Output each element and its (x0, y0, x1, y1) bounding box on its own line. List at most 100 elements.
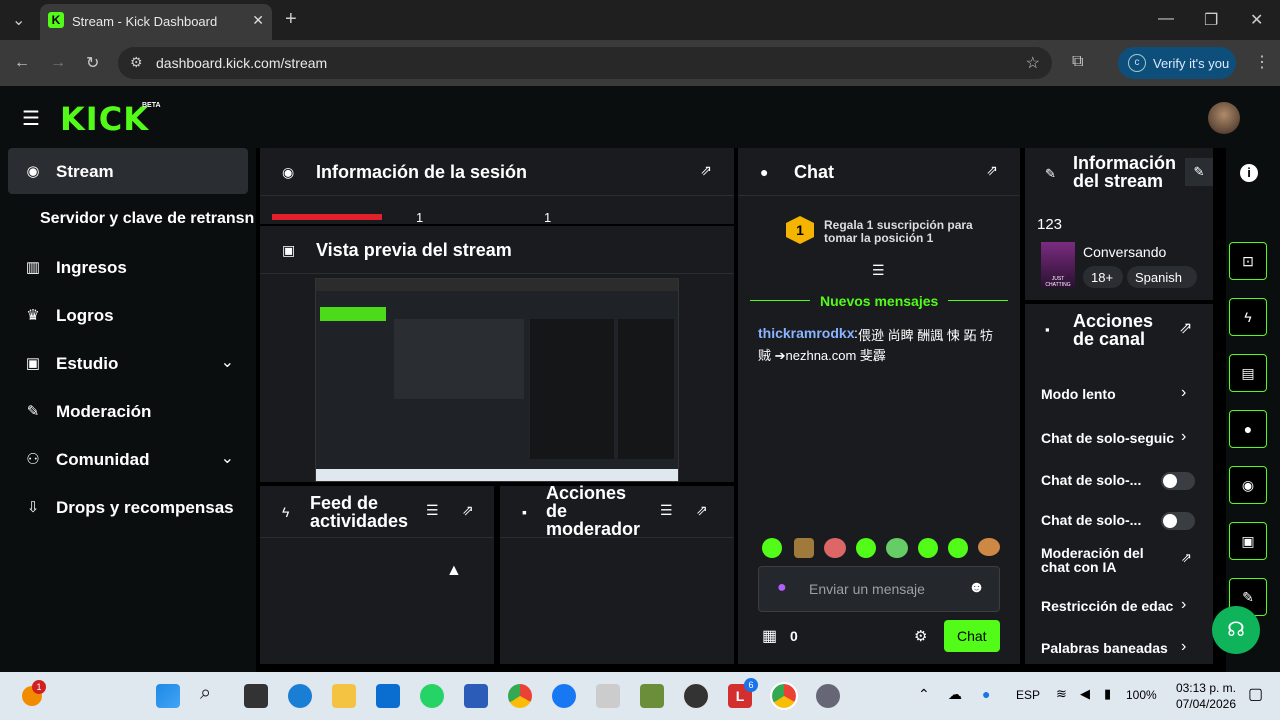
chrome-icon[interactable] (508, 684, 532, 708)
edge-icon[interactable] (288, 684, 312, 708)
avatar[interactable] (1208, 102, 1240, 134)
app-icon[interactable] (596, 684, 620, 708)
send-chat-button[interactable]: Chat (944, 620, 1000, 652)
session-stat: 1 (544, 210, 552, 225)
gear-icon[interactable]: ⚙ (914, 627, 927, 645)
bookmark-star-icon[interactable]: ☆ (1026, 53, 1040, 73)
store-icon[interactable]: ▦ (762, 626, 777, 646)
filter-icon[interactable]: ☰ (426, 502, 439, 519)
sidebar-item-estudio[interactable]: ▣ Estudio ⌄ (8, 340, 248, 386)
browser-tab[interactable]: K Stream - Kick Dashboard ✕ (40, 4, 272, 40)
browser-tab-bar: ⌄ K Stream - Kick Dashboard ✕ + — ❐ ✕ (0, 0, 1280, 40)
sidebar-item-comunidad[interactable]: ⚇ Comunidad ⌄ (8, 436, 248, 482)
chevron-down-icon: ⌄ (220, 450, 234, 467)
windows-start-icon[interactable] (156, 684, 180, 708)
sidebar-item-moderacion[interactable]: ✎ Moderación (8, 388, 248, 434)
chevron-up-icon[interactable]: ⌃ (918, 686, 930, 703)
emote-icon[interactable] (824, 538, 846, 558)
messenger-icon[interactable] (552, 684, 576, 708)
sidebar-item-logros[interactable]: ♛ Logros (8, 292, 248, 338)
wifi-icon[interactable]: ≋ (1056, 686, 1067, 702)
new-tab-icon[interactable]: + (285, 8, 297, 31)
tab-close-icon[interactable]: ✕ (252, 12, 264, 29)
emote-icon[interactable] (762, 538, 782, 558)
emote-only-toggle[interactable] (1161, 512, 1195, 530)
extensions-icon[interactable]: ⧉ (1072, 53, 1083, 71)
emote-icon[interactable] (886, 538, 908, 558)
layout-icon[interactable]: ▣ (1229, 522, 1267, 560)
word-icon[interactable] (464, 684, 488, 708)
sidebar-item-stream[interactable]: ◉ Stream (8, 148, 248, 194)
volume-icon[interactable]: ◀ (1080, 686, 1090, 702)
chat-username[interactable]: thickramrodkx (758, 325, 854, 341)
task-view-icon[interactable] (244, 684, 268, 708)
expand-icon[interactable]: ☰ (872, 262, 885, 279)
site-info-icon[interactable]: ⚙ (130, 54, 143, 71)
obs-icon[interactable] (684, 684, 708, 708)
popout-icon[interactable]: ⇗ (1179, 318, 1192, 338)
reload-icon[interactable]: ↻ (86, 53, 99, 73)
clock[interactable]: 03:13 p. m. 07/04/2026 (1172, 680, 1236, 712)
notification-icon[interactable]: ▢ (1248, 684, 1263, 704)
sidebar-item-drops[interactable]: ⇩ Drops y recompensas (8, 484, 248, 530)
kick-logo[interactable]: KICK (60, 100, 149, 138)
sidebar-item-ingresos[interactable]: ▥ Ingresos (8, 244, 248, 290)
emote-icon[interactable] (948, 538, 968, 558)
tab-search-icon[interactable]: ⌄ (12, 10, 25, 30)
info-icon[interactable]: i (1240, 164, 1258, 182)
network-cloud-icon[interactable]: ☁ (948, 686, 962, 703)
back-icon[interactable]: ← (14, 54, 30, 72)
chat-message-input[interactable]: ● Enviar un mensaje ☻ (758, 566, 1000, 612)
channel-action-age-restriction[interactable]: Restricción de edac › (1025, 592, 1213, 622)
channel-action-followers-only[interactable]: Chat de solo-seguic › (1025, 424, 1213, 454)
emoji-icon[interactable]: ☻ (968, 579, 985, 597)
minecraft-icon[interactable] (640, 684, 664, 708)
emote-icon[interactable] (794, 538, 814, 558)
popout-icon[interactable]: ⇗ (700, 162, 712, 179)
chat-bubble-icon[interactable]: ● (1229, 410, 1267, 448)
emote-icon[interactable] (856, 538, 876, 558)
subs-only-toggle[interactable] (1161, 472, 1195, 490)
edit-pencil-icon[interactable]: ✎ (1185, 158, 1213, 186)
forward-icon[interactable]: → (50, 54, 66, 72)
verify-button[interactable]: c Verify it's you (1118, 47, 1236, 79)
sidebar-item-server-key[interactable]: Servidor y clave de retransn (8, 196, 254, 242)
battery-icon[interactable]: ▮ (1104, 686, 1111, 702)
screenshot-icon[interactable]: ⊡ (1229, 242, 1267, 280)
lightning-icon[interactable]: ϟ (1229, 298, 1267, 336)
whatsapp-icon[interactable] (420, 684, 444, 708)
channel-action-slow-mode[interactable]: Modo lento › (1025, 380, 1213, 410)
language-indicator[interactable]: ESP (1016, 688, 1040, 702)
microphone-icon[interactable]: ● (982, 686, 990, 702)
popout-icon[interactable]: ⇗ (462, 502, 474, 519)
search-icon[interactable]: ⌕ (200, 682, 211, 705)
microphone-icon[interactable]: ● (777, 579, 787, 597)
minimize-icon[interactable]: — (1158, 10, 1174, 28)
category-name[interactable]: Conversando (1083, 244, 1166, 260)
store-icon[interactable] (376, 684, 400, 708)
hamburger-menu-icon[interactable]: ☰ (22, 106, 40, 131)
chrome-active-icon[interactable] (770, 682, 798, 710)
category-thumbnail: JUST CHATTING (1041, 242, 1075, 288)
channel-action-banned-words[interactable]: Palabras baneadas › (1025, 636, 1213, 664)
notes-icon[interactable]: ▤ (1229, 354, 1267, 392)
restore-icon[interactable]: ❐ (1204, 10, 1218, 30)
settings-icon[interactable] (816, 684, 840, 708)
stream-preview-video[interactable] (315, 278, 679, 482)
channel-action-ai-moderation[interactable]: Moderación del chat con IA ⇗ (1025, 544, 1213, 580)
filter-icon[interactable]: ☰ (660, 502, 673, 519)
emote-icon[interactable] (978, 538, 1000, 556)
menu-dots-icon[interactable]: ⋮ (1254, 52, 1270, 72)
panel-title: Vista previa del stream (316, 240, 512, 260)
support-headset-icon[interactable]: ☊ (1212, 606, 1260, 654)
address-bar[interactable]: ⚙ dashboard.kick.com/stream ☆ (118, 47, 1052, 79)
file-explorer-icon[interactable] (332, 684, 356, 708)
emote-icon[interactable] (918, 538, 938, 558)
popout-icon[interactable]: ⇗ (696, 502, 708, 519)
broadcast-icon[interactable]: ◉ (1229, 466, 1267, 504)
browser-toolbar: ← → ↻ ⚙ dashboard.kick.com/stream ☆ ⧉ c … (0, 40, 1280, 86)
right-tool-rail: i ⊡ ϟ ▤ ● ◉ ▣ ✎ ☊ (1212, 148, 1280, 672)
popout-icon[interactable]: ⇗ (986, 162, 998, 179)
preview-channel (618, 319, 674, 459)
close-window-icon[interactable]: ✕ (1250, 10, 1263, 30)
